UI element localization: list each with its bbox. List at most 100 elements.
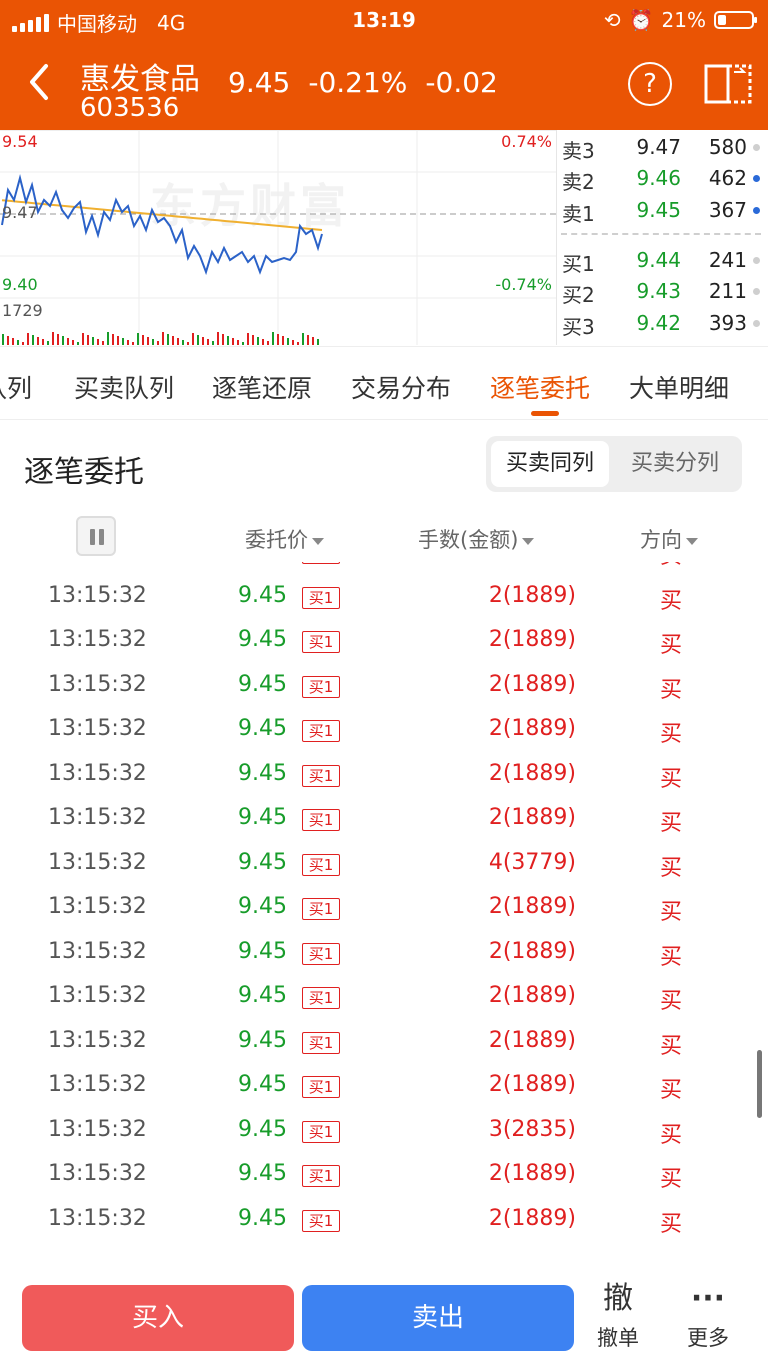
volume-bar: [92, 337, 94, 345]
volume-bar: [87, 335, 89, 345]
order-price: 9.45: [238, 849, 287, 875]
chart-low: 9.40: [2, 275, 38, 294]
volume-bar: [122, 338, 124, 345]
chart-down-pct: -0.74%: [495, 275, 552, 294]
order-quantity: 2(1889): [488, 1072, 576, 1097]
order-time: 13:15:32: [48, 1072, 147, 1097]
alarm-icon: ⏰: [628, 8, 654, 32]
volume-bar: [272, 332, 274, 345]
tab-buy-sell-queue[interactable]: 买卖队列: [74, 369, 174, 405]
volume-bar: [117, 336, 119, 345]
seg-same-column[interactable]: 买卖同列: [491, 441, 609, 487]
seg-separate-columns[interactable]: 买卖分列: [616, 441, 734, 487]
table-row: 13:15:32 9.45 买1 2(1889) 买: [0, 619, 768, 664]
bid-row: 买1 9.44 241: [557, 245, 768, 276]
order-time: 13:15:32: [48, 627, 147, 652]
volume-bar: [82, 333, 84, 345]
order-price: 9.45: [238, 627, 287, 652]
sell-button[interactable]: 卖出: [302, 1285, 574, 1351]
order-time: 13:15:32: [48, 894, 147, 919]
table-row: 13:15:32 9.45 买1 2(1889) 买: [0, 1020, 768, 1065]
volume-bar: [77, 342, 79, 345]
volume-bar: [102, 341, 104, 345]
more-button[interactable]: ··· 更多: [678, 1282, 738, 1352]
book-divider: [561, 233, 761, 235]
volume-bar: [312, 337, 314, 345]
ask-row: 卖3 9.47 580: [557, 132, 768, 163]
volume-bar: [287, 338, 289, 345]
volume-bar: [207, 339, 209, 345]
tick-order-list[interactable]: 13:15:32 9.45 买1 2(1889) 买 13:15:32 9.45 买1 2(18…: [0, 562, 768, 1274]
tab-large-orders[interactable]: 大单明细: [629, 369, 729, 405]
switch-layout-icon[interactable]: [704, 62, 752, 106]
order-quantity: 2(1889): [488, 1161, 576, 1186]
volume-bar: [282, 336, 284, 345]
order-quantity: 3(2835): [488, 1116, 576, 1142]
order-direction: 买: [660, 1078, 683, 1103]
caret-down-icon: [522, 537, 535, 545]
col-quantity[interactable]: 手数(金额): [418, 524, 535, 554]
chart-mid: 9.47: [2, 203, 38, 222]
queue-tag: 买1: [302, 1165, 340, 1187]
order-time: 13:15:32: [48, 983, 147, 1008]
volume-bar: [307, 335, 309, 345]
cancel-order-button[interactable]: 撤 撤单: [588, 1282, 648, 1352]
intraday-chart[interactable]: 东方财富 9.54 0.74% 9.47 9.40 -0.74% 1729: [0, 130, 556, 345]
order-direction: 买: [660, 811, 683, 836]
order-quantity: 2(1889): [488, 671, 576, 697]
volume-bar: [247, 333, 249, 345]
back-arrow-icon[interactable]: [26, 62, 56, 102]
col-direction[interactable]: 方向: [640, 524, 698, 554]
queue-tag: 买1: [302, 1209, 340, 1232]
dot-icon: [753, 207, 760, 214]
tab-tick-orders[interactable]: 逐笔委托: [490, 369, 590, 405]
volume-bar: [142, 335, 144, 345]
volume-bar: [227, 336, 229, 345]
order-price: 9.45: [238, 760, 287, 786]
volume-bar: [2, 334, 4, 345]
help-icon[interactable]: ?: [628, 62, 672, 106]
volume-bar: [262, 339, 264, 345]
table-row: 13:15:32 9.45 买1 2(1889) 买: [0, 708, 768, 753]
caret-down-icon: [312, 537, 324, 545]
order-direction: 买: [660, 989, 683, 1014]
stock-price: 9.45: [228, 66, 291, 99]
table-row: 13:15:32 9.45 买1 4(3779) 买: [0, 842, 768, 887]
order-direction: 买: [660, 766, 683, 792]
more-label: 更多: [687, 1326, 729, 1350]
bottom-bar: 买入 卖出 撤 撤单 ··· 更多: [0, 1274, 768, 1366]
order-book[interactable]: 卖3 9.47 580 卖2 9.46 462 卖1 9.45 367 买1 9…: [556, 130, 768, 345]
queue-tag: 买1: [302, 809, 340, 831]
order-quantity: 2(1889): [488, 938, 576, 964]
volume-bar: [172, 336, 174, 345]
tab-trade-distribution[interactable]: 交易分布: [351, 369, 451, 405]
volume-bar: [62, 336, 64, 345]
table-row: 13:15:32 9.45 买1 2(1889) 买: [0, 1198, 768, 1243]
active-tab-indicator: [531, 411, 559, 416]
volume-bar: [152, 339, 154, 345]
order-price: 9.45: [238, 894, 287, 919]
volume-bar: [67, 338, 69, 345]
order-direction: 买: [660, 1122, 683, 1148]
queue-tag: 买1: [302, 675, 340, 698]
volume-bar: [137, 333, 139, 345]
order-time: 13:15:32: [48, 671, 147, 697]
queue-tag: 买1: [302, 942, 340, 965]
volume-bar: [197, 335, 199, 345]
pause-icon[interactable]: [76, 516, 116, 556]
more-icon: ···: [690, 1281, 726, 1316]
stock-change: -0.02: [425, 66, 498, 99]
order-price: 9.45: [238, 1116, 287, 1142]
volume-bar: [187, 342, 189, 345]
scrollbar[interactable]: [757, 1050, 762, 1118]
volume-bar: [192, 333, 194, 345]
col-price[interactable]: 委托价: [245, 524, 324, 554]
order-direction: 买: [660, 1167, 683, 1192]
tab-tick-restore[interactable]: 逐笔还原: [212, 369, 312, 405]
order-time: 13:15:32: [48, 1205, 147, 1231]
buy-button[interactable]: 买入: [22, 1285, 294, 1351]
volume-bar: [27, 333, 29, 345]
table-row: 13:15:32 9.45 买1 2(1889) 买: [0, 1064, 768, 1109]
order-price: 9.45: [238, 582, 287, 608]
tab-queue[interactable]: 队列: [0, 369, 32, 405]
